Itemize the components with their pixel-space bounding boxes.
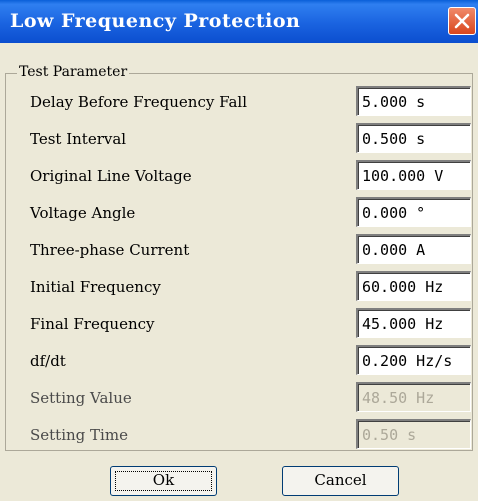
label-df-dt: df/dt [30,352,66,370]
label-original-line-voltage: Original Line Voltage [30,167,192,185]
original-line-voltage-input[interactable]: 100.000 V [356,160,471,190]
ok-button[interactable]: Ok [110,466,217,496]
dialog-window: Low Frequency Protection Test Parameter … [0,0,478,501]
three-phase-current-input[interactable]: 0.000 A [356,234,471,264]
label-voltage-angle: Voltage Angle [30,204,136,222]
label-test-interval: Test Interval [30,130,127,148]
close-icon [454,13,470,29]
label-setting-time: Setting Time [30,426,128,444]
title-bar[interactable]: Low Frequency Protection [0,0,478,43]
test-interval-input[interactable]: 0.500 s [356,123,471,153]
label-three-phase-current: Three-phase Current [30,241,190,259]
window-title: Low Frequency Protection [10,10,301,32]
close-button[interactable] [448,7,476,35]
voltage-angle-input[interactable]: 0.000 ° [356,197,471,227]
label-final-frequency: Final Frequency [30,315,155,333]
final-frequency-input[interactable]: 45.000 Hz [356,308,471,338]
focus-rect [115,471,212,491]
label-setting-value: Setting Value [30,389,132,407]
delay-before-frequency-fall-input[interactable]: 5.000 s [356,86,471,116]
initial-frequency-input[interactable]: 60.000 Hz [356,271,471,301]
group-legend: Test Parameter [17,64,130,80]
label-initial-frequency: Initial Frequency [30,278,161,296]
cancel-button-label: Cancel [314,471,367,489]
setting-value-input: 48.50 Hz [356,382,471,412]
setting-time-input: 0.50 s [356,419,471,449]
cancel-button[interactable]: Cancel [282,466,399,496]
label-delay-before-frequency-fall: Delay Before Frequency Fall [30,93,248,111]
df-dt-input[interactable]: 0.200 Hz/s [356,345,471,375]
